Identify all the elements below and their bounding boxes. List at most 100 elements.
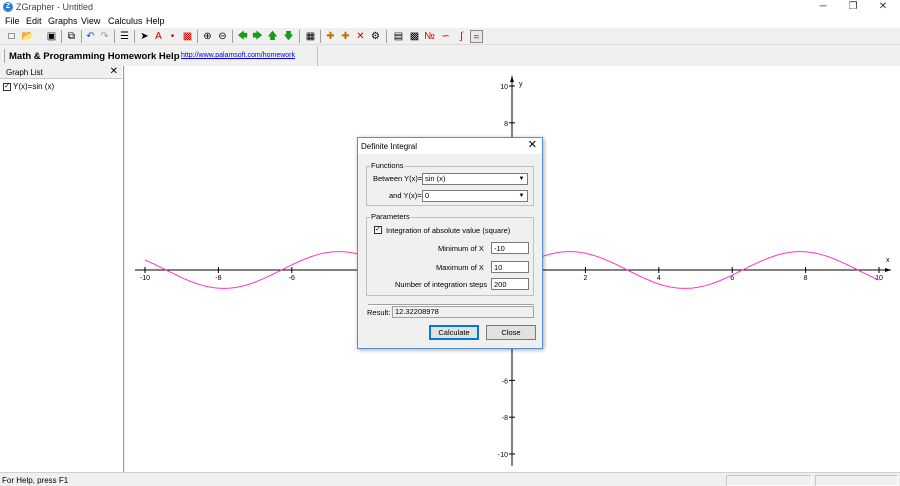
arrow-left-icon[interactable]: 🡄 xyxy=(236,30,249,43)
edit-graph-icon[interactable]: ✚ xyxy=(339,30,352,43)
variable-icon[interactable]: № xyxy=(423,30,436,43)
toolbar-separator xyxy=(320,30,321,43)
tangent-icon[interactable]: ∽ xyxy=(439,30,452,43)
chevron-down-icon[interactable]: ▼ xyxy=(517,175,526,183)
arrow-down-icon[interactable]: 🡇 xyxy=(282,30,295,43)
window-close-button[interactable]: ✕ xyxy=(868,0,898,15)
restore-button[interactable]: ❐ xyxy=(838,0,868,15)
region-icon[interactable]: ▩ xyxy=(181,30,194,43)
add-graph-icon[interactable]: ✚ xyxy=(324,30,337,43)
parameters-group: Parameters ✓ Integration of absolute val… xyxy=(366,212,534,296)
calculator-icon[interactable]: ▩ xyxy=(408,30,421,43)
chevron-down-icon[interactable]: ▼ xyxy=(517,192,526,200)
menu-help[interactable]: Help xyxy=(146,16,165,26)
menu-view[interactable]: View xyxy=(81,16,100,26)
graph-settings-icon[interactable]: ▦ xyxy=(304,30,317,43)
functions-group-label: Functions xyxy=(370,161,405,170)
toolbar-grip[interactable] xyxy=(2,49,5,63)
min-x-label: Minimum of X xyxy=(438,244,484,253)
x-tick-label: -6 xyxy=(289,275,295,282)
absolute-value-checkbox[interactable]: ✓ xyxy=(374,226,382,234)
open-icon[interactable]: 📂 xyxy=(21,30,34,43)
parameters-group-label: Parameters xyxy=(370,212,411,221)
status-pane xyxy=(726,475,812,486)
result-value: 12.32208978 xyxy=(392,306,534,318)
between-label: Between Y(x)= xyxy=(373,174,423,183)
toolbar-separator xyxy=(134,30,135,43)
between-function-select[interactable]: sin (x) ▼ xyxy=(422,173,528,185)
y-tick-label: 10 xyxy=(500,84,508,91)
list-icon[interactable]: ☰ xyxy=(118,30,131,43)
max-x-input[interactable] xyxy=(491,261,529,273)
new-icon[interactable]: □ xyxy=(5,30,18,43)
absolute-value-label[interactable]: Integration of absolute value (square) xyxy=(386,226,510,235)
derivative-icon[interactable]: ≈ xyxy=(470,30,483,43)
help-bar-title: Math & Programming Homework Help xyxy=(9,51,180,62)
text-tool-icon[interactable]: A xyxy=(152,30,165,43)
functions-group: Functions Between Y(x)= sin (x) ▼ and Y(… xyxy=(366,161,534,206)
save-icon[interactable]: ▣ xyxy=(45,30,58,43)
app-icon: Z xyxy=(3,2,13,12)
app-window: Z ZGrapher - Untitled ─ ❐ ✕ File Edit Gr… xyxy=(0,0,900,486)
result-label: Result: xyxy=(367,308,391,317)
graph-list-item[interactable]: Y(x)=sin (x) xyxy=(13,82,54,91)
dialog-title: Definite Integral xyxy=(361,142,418,151)
x-axis-label: x xyxy=(886,257,890,264)
toolbar-separator xyxy=(386,30,387,43)
dialog-close-icon[interactable]: ✕ xyxy=(528,139,537,152)
graph-list-header: Graph List ✕ xyxy=(0,66,122,79)
toolbar-separator xyxy=(61,30,62,43)
close-button[interactable]: Close xyxy=(486,325,536,340)
graph-list-title: Graph List xyxy=(6,68,43,77)
menu-graphs[interactable]: Graphs xyxy=(48,16,78,26)
and-label: and Y(x)= xyxy=(389,191,422,200)
toolbar-separator xyxy=(114,30,115,43)
menu-file[interactable]: File xyxy=(5,16,20,26)
menu-edit[interactable]: Edit xyxy=(26,16,42,26)
graph-visible-checkbox[interactable]: ✓ xyxy=(3,83,11,91)
table-icon[interactable]: ▤ xyxy=(392,30,405,43)
y-tick-label: -10 xyxy=(498,452,508,459)
min-x-input[interactable] xyxy=(491,242,529,254)
graph-list-close-icon[interactable]: ✕ xyxy=(110,66,118,78)
y-tick-label: -8 xyxy=(502,415,508,422)
arrow-up-icon[interactable]: 🡅 xyxy=(266,30,279,43)
help-bar: Math & Programming Homework Help http://… xyxy=(0,46,318,66)
x-tick-label: 8 xyxy=(804,275,808,282)
close-icon[interactable]: ✕ xyxy=(354,30,367,43)
zoom-out-icon[interactable]: ⊖ xyxy=(216,30,229,43)
arrow-right-icon[interactable]: 🡆 xyxy=(251,30,264,43)
title-bar: Z ZGrapher - Untitled ─ ❐ ✕ xyxy=(0,0,900,15)
toolbar: □ 📂 ▣ ⧉ ↶ ↷ ☰ ➤ A • ▩ ⊕ ⊖ 🡄 🡆 🡅 🡇 ▦ ✚ ✚ … xyxy=(0,28,900,45)
menu-calculus[interactable]: Calculus xyxy=(108,16,143,26)
integration-steps-input[interactable] xyxy=(491,278,529,290)
toolbar-separator xyxy=(81,30,82,43)
toolbar-separator xyxy=(232,30,233,43)
integral-icon[interactable]: ∫ xyxy=(455,30,468,43)
x-tick-label: -10 xyxy=(140,275,150,282)
y-axis-arrow xyxy=(510,76,514,82)
pointer-icon[interactable]: ➤ xyxy=(138,30,151,43)
copy-icon[interactable]: ⧉ xyxy=(65,30,78,43)
undo-icon[interactable]: ↶ xyxy=(84,30,97,43)
between-function-value: sin (x) xyxy=(425,174,446,183)
minimize-button[interactable]: ─ xyxy=(808,0,838,15)
redo-icon[interactable]: ↷ xyxy=(98,30,111,43)
window-title: ZGrapher - Untitled xyxy=(16,2,94,12)
dialog-title-bar[interactable]: Definite Integral ✕ xyxy=(358,138,542,154)
y-tick-label: 8 xyxy=(504,121,508,128)
y-axis-label: y xyxy=(519,81,523,88)
x-tick-label: -8 xyxy=(215,275,221,282)
y-tick-label: -6 xyxy=(502,378,508,385)
properties-icon[interactable]: ⚙ xyxy=(369,30,382,43)
and-function-select[interactable]: 0 ▼ xyxy=(422,190,528,202)
x-tick-label: 2 xyxy=(583,275,587,282)
status-bar: For Help, press F1 xyxy=(0,472,900,486)
definite-integral-dialog: Definite Integral ✕ Functions Between Y(… xyxy=(357,137,543,349)
zoom-in-icon[interactable]: ⊕ xyxy=(201,30,214,43)
point-icon[interactable]: • xyxy=(166,30,179,43)
integration-steps-label: Number of integration steps xyxy=(395,280,488,289)
toolbar-separator xyxy=(299,30,300,43)
calculate-button[interactable]: Calculate xyxy=(429,325,479,340)
homework-help-link[interactable]: http://www.palamsoft.com/homework xyxy=(181,52,295,59)
